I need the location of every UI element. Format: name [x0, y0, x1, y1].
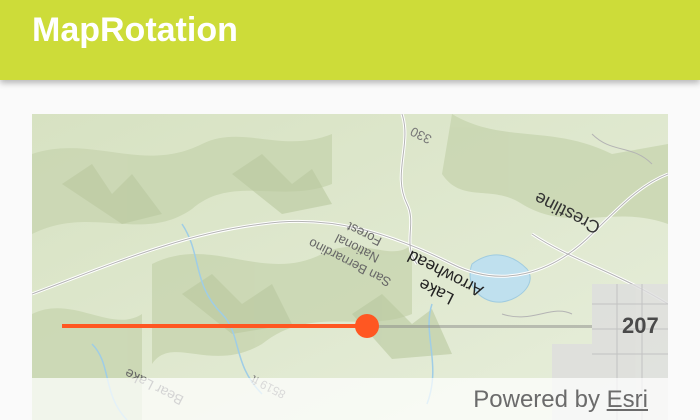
- slider-active-track: [62, 324, 367, 328]
- esri-link[interactable]: Esri: [607, 386, 648, 413]
- map-view[interactable]: Lake Arrowhead San Bernardino National F…: [32, 114, 668, 420]
- slider-thumb[interactable]: [354, 314, 379, 338]
- attribution: Powered by Esri: [473, 386, 648, 414]
- attribution-bar: Powered by Esri: [32, 378, 668, 420]
- rotation-value: 207: [622, 313, 659, 338]
- content-area: Lake Arrowhead San Bernardino National F…: [0, 80, 700, 420]
- app-title: MapRotation: [32, 11, 238, 49]
- app-bar: MapRotation: [0, 0, 700, 80]
- attribution-prefix: Powered by: [473, 386, 607, 413]
- rotation-slider[interactable]: [32, 306, 592, 346]
